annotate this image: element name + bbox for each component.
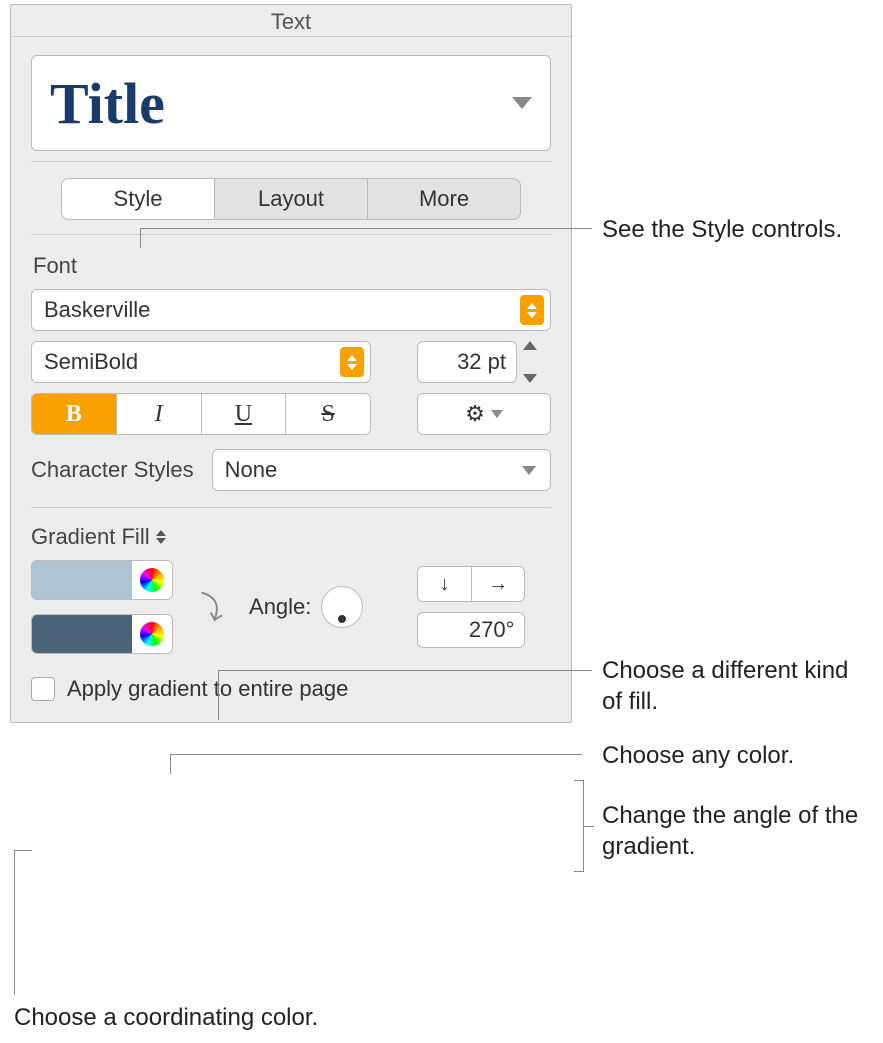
advanced-options-button[interactable]: ⚙︎ bbox=[417, 393, 551, 435]
strikethrough-button[interactable]: S bbox=[286, 394, 370, 434]
gradient-color-2-swatch[interactable] bbox=[32, 615, 132, 653]
gear-icon: ⚙︎ bbox=[465, 401, 485, 427]
callout-angle: Change the angle of the gradient. bbox=[602, 800, 872, 862]
font-size-stepper[interactable] bbox=[523, 341, 537, 383]
swap-colors-button[interactable]: ⤵︎ bbox=[192, 584, 229, 630]
updown-icon bbox=[520, 295, 544, 325]
gradient-direction-buttons: ↓ → bbox=[417, 566, 525, 602]
fill-type-dropdown[interactable]: Gradient Fill bbox=[31, 524, 166, 560]
callout-line bbox=[140, 228, 141, 248]
underline-button[interactable]: U bbox=[202, 394, 287, 434]
chevron-down-icon bbox=[512, 97, 532, 109]
callout-line bbox=[170, 754, 582, 755]
callout-bracket bbox=[574, 780, 584, 872]
character-styles-dropdown[interactable]: None bbox=[212, 449, 551, 491]
font-size-field[interactable]: 32 pt bbox=[417, 341, 517, 383]
text-style-button-group: B I U S bbox=[31, 393, 371, 435]
paragraph-style-dropdown[interactable]: Title bbox=[31, 55, 551, 151]
font-weight-dropdown[interactable]: SemiBold bbox=[31, 341, 371, 383]
angle-field[interactable]: 270° bbox=[417, 612, 525, 648]
callout-fill-kind: Choose a different kind of fill. bbox=[602, 655, 872, 717]
callout-line bbox=[14, 850, 32, 851]
divider bbox=[31, 507, 551, 508]
font-family-value: Baskerville bbox=[44, 297, 150, 323]
gradient-color-2-wheel-button[interactable] bbox=[132, 615, 172, 653]
divider bbox=[31, 161, 551, 162]
callout-line bbox=[140, 228, 592, 229]
gradient-color-1 bbox=[31, 560, 173, 600]
color-wheel-icon bbox=[140, 622, 164, 646]
tab-group: Style Layout More bbox=[61, 178, 521, 220]
panel-title: Text bbox=[11, 5, 571, 37]
character-style-value: None bbox=[225, 457, 278, 483]
gradient-vertical-button[interactable]: ↓ bbox=[418, 567, 472, 601]
font-weight-value: SemiBold bbox=[44, 349, 138, 375]
tab-style[interactable]: Style bbox=[62, 179, 215, 219]
callout-line bbox=[218, 670, 219, 720]
apply-entire-page-label: Apply gradient to entire page bbox=[67, 676, 348, 702]
font-section-label: Font bbox=[33, 253, 551, 279]
updown-icon bbox=[340, 347, 364, 377]
chevron-down-icon bbox=[522, 466, 536, 475]
paragraph-style-label: Title bbox=[50, 70, 165, 137]
font-family-dropdown[interactable]: Baskerville bbox=[31, 289, 551, 331]
fill-type-label: Gradient Fill bbox=[31, 524, 150, 550]
chevron-up-icon bbox=[523, 341, 537, 350]
callout-line bbox=[170, 754, 171, 774]
divider bbox=[31, 234, 551, 235]
callout-any-color: Choose any color. bbox=[602, 740, 872, 771]
gradient-color-2 bbox=[31, 614, 173, 654]
angle-label: Angle: bbox=[249, 594, 311, 620]
gradient-horizontal-button[interactable]: → bbox=[472, 567, 525, 601]
italic-button[interactable]: I bbox=[117, 394, 202, 434]
callout-style: See the Style controls. bbox=[602, 214, 862, 245]
angle-dot-icon bbox=[338, 615, 346, 623]
callout-line bbox=[14, 850, 15, 995]
character-styles-label: Character Styles bbox=[31, 457, 194, 483]
gradient-color-1-swatch[interactable] bbox=[32, 561, 132, 599]
tab-layout[interactable]: Layout bbox=[215, 179, 368, 219]
updown-icon bbox=[156, 530, 166, 544]
gradient-color-1-wheel-button[interactable] bbox=[132, 561, 172, 599]
callout-line bbox=[584, 826, 594, 827]
callout-coord-color: Choose a coordinating color. bbox=[14, 1002, 514, 1033]
chevron-down-icon bbox=[523, 374, 537, 383]
angle-dial[interactable] bbox=[321, 586, 363, 628]
callout-line bbox=[218, 670, 592, 671]
bold-button[interactable]: B bbox=[32, 394, 117, 434]
gradient-color-wells bbox=[31, 560, 173, 654]
text-inspector-panel: Text Title Style Layout More Font Basker… bbox=[10, 4, 572, 723]
tab-more[interactable]: More bbox=[368, 179, 520, 219]
apply-entire-page-checkbox[interactable] bbox=[31, 677, 55, 701]
color-wheel-icon bbox=[140, 568, 164, 592]
chevron-down-icon bbox=[491, 410, 503, 418]
